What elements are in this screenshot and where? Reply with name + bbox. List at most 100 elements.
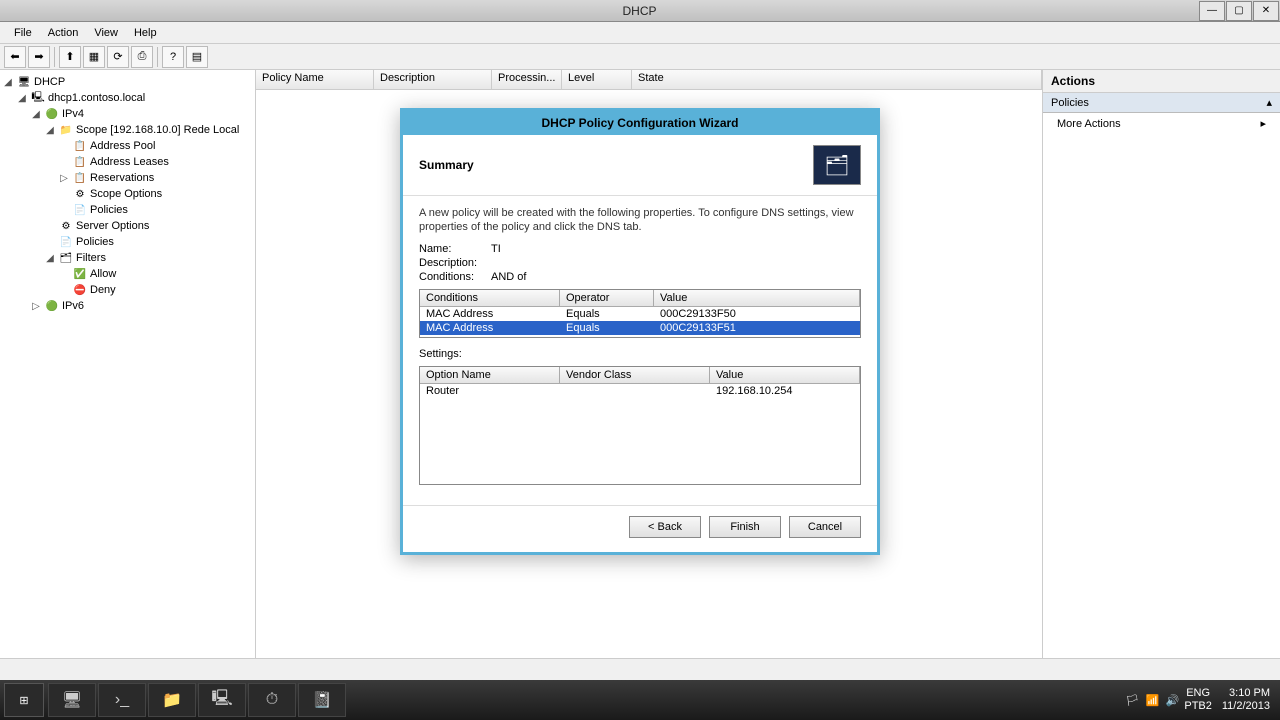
policies-icon: 📄 bbox=[59, 235, 73, 249]
window-titlebar: DHCP — ▢ ✕ bbox=[0, 0, 1280, 22]
export-button[interactable]: ⎙ bbox=[131, 46, 153, 68]
tree-allow[interactable]: ✅Allow bbox=[2, 266, 253, 282]
menu-view[interactable]: View bbox=[86, 25, 126, 41]
label-name: Name: bbox=[419, 243, 491, 255]
toolbar-separator bbox=[54, 47, 55, 67]
condition-row-selected[interactable]: MAC Address Equals 000C29133F51 bbox=[420, 321, 860, 335]
actions-pane: Actions Policies▴ More Actions▸ bbox=[1042, 70, 1280, 658]
policy-wizard-dialog: DHCP Policy Configuration Wizard Summary… bbox=[400, 108, 880, 555]
tree-ipv6[interactable]: ▷🟢IPv6 bbox=[2, 298, 253, 314]
label-conditions: Conditions: bbox=[419, 271, 491, 283]
maximize-button[interactable]: ▢ bbox=[1226, 1, 1252, 21]
tray-network-icon[interactable]: 📶 bbox=[1144, 692, 1160, 708]
back-button[interactable]: ⬅ bbox=[4, 46, 26, 68]
server-icon: 🖥 bbox=[17, 75, 31, 89]
col-description[interactable]: Description bbox=[374, 70, 492, 89]
start-button[interactable]: ⊞ bbox=[4, 683, 44, 717]
taskbar-explorer[interactable]: 📁 bbox=[148, 683, 196, 717]
tray-clock[interactable]: 3:10 PM 11/2/2013 bbox=[1216, 687, 1276, 713]
label-description: Description: bbox=[419, 257, 491, 269]
value-conditions: AND of bbox=[491, 271, 526, 283]
taskbar-app3[interactable]: 📓 bbox=[298, 683, 346, 717]
pool-icon: 📋 bbox=[73, 139, 87, 153]
toolbar-separator bbox=[157, 47, 158, 67]
tray-kbd[interactable]: PTB2 bbox=[1184, 700, 1212, 713]
tree-address-pool[interactable]: 📋Address Pool bbox=[2, 138, 253, 154]
lease-icon: 📋 bbox=[73, 155, 87, 169]
cancel-button[interactable]: Cancel bbox=[789, 516, 861, 538]
tray-flag-icon[interactable]: 🏳 bbox=[1124, 692, 1140, 708]
tree-address-leases[interactable]: 📋Address Leases bbox=[2, 154, 253, 170]
actions-section: Policies▴ bbox=[1043, 93, 1280, 113]
minimize-button[interactable]: — bbox=[1199, 1, 1225, 21]
reservation-icon: 📋 bbox=[73, 171, 87, 185]
deny-icon: ⛔ bbox=[73, 283, 87, 297]
close-button[interactable]: ✕ bbox=[1253, 1, 1279, 21]
status-bar bbox=[0, 658, 1280, 680]
tree-pane[interactable]: ◢🖥DHCP ◢🖳dhcp1.contoso.local ◢🟢IPv4 ◢📁Sc… bbox=[0, 70, 256, 658]
menu-file[interactable]: File bbox=[6, 25, 40, 41]
help-button[interactable]: ? bbox=[162, 46, 184, 68]
tree-scope-options[interactable]: ⚙Scope Options bbox=[2, 186, 253, 202]
col-value[interactable]: Value bbox=[654, 290, 860, 306]
more-actions[interactable]: More Actions▸ bbox=[1043, 113, 1280, 134]
tree-ipv4[interactable]: ◢🟢IPv4 bbox=[2, 106, 253, 122]
taskbar-powershell[interactable]: ›_ bbox=[98, 683, 146, 717]
show-hide-button[interactable]: ▦ bbox=[83, 46, 105, 68]
properties-button[interactable]: ▤ bbox=[186, 46, 208, 68]
tree-filters[interactable]: ◢🗂Filters bbox=[2, 250, 253, 266]
dialog-title: DHCP Policy Configuration Wizard bbox=[403, 111, 877, 135]
toolbar: ⬅ ➡ ⬆ ▦ ⟳ ⎙ ? ▤ bbox=[0, 44, 1280, 70]
menu-help[interactable]: Help bbox=[126, 25, 165, 41]
conditions-grid[interactable]: Conditions Operator Value MAC Address Eq… bbox=[419, 289, 861, 338]
folder-icon: 📁 bbox=[59, 123, 73, 137]
tray-lang[interactable]: ENG bbox=[1184, 687, 1212, 700]
refresh-button[interactable]: ⟳ bbox=[107, 46, 129, 68]
finish-button[interactable]: Finish bbox=[709, 516, 781, 538]
ipv6-icon: 🟢 bbox=[45, 299, 59, 313]
ipv4-icon: 🟢 bbox=[45, 107, 59, 121]
policies-icon: 📄 bbox=[73, 203, 87, 217]
taskbar-app1[interactable]: 🖳 bbox=[198, 683, 246, 717]
menu-bar: File Action View Help bbox=[0, 22, 1280, 44]
col-operator[interactable]: Operator bbox=[560, 290, 654, 306]
col-value[interactable]: Value bbox=[710, 367, 860, 383]
forward-button[interactable]: ➡ bbox=[28, 46, 50, 68]
col-policy-name[interactable]: Policy Name bbox=[256, 70, 374, 89]
tree-root-dhcp[interactable]: ◢🖥DHCP bbox=[2, 74, 253, 90]
col-option-name[interactable]: Option Name bbox=[420, 367, 560, 383]
col-processing[interactable]: Processin... bbox=[492, 70, 562, 89]
dialog-info: A new policy will be created with the fo… bbox=[419, 206, 861, 235]
dialog-subtitle: Summary bbox=[419, 158, 474, 172]
col-vendor-class[interactable]: Vendor Class bbox=[560, 367, 710, 383]
tree-deny[interactable]: ⛔Deny bbox=[2, 282, 253, 298]
tree-scope-policies[interactable]: 📄Policies bbox=[2, 202, 253, 218]
condition-row[interactable]: MAC Address Equals 000C29133F50 bbox=[420, 307, 860, 321]
collapse-icon[interactable]: ▴ bbox=[1266, 96, 1272, 109]
column-headers: Policy Name Description Processin... Lev… bbox=[256, 70, 1042, 90]
taskbar-server-manager[interactable]: 🖥 bbox=[48, 683, 96, 717]
filter-icon: 🗂 bbox=[59, 251, 73, 265]
value-name: TI bbox=[491, 243, 501, 255]
col-conditions[interactable]: Conditions bbox=[420, 290, 560, 306]
tree-policies[interactable]: 📄Policies bbox=[2, 234, 253, 250]
tree-reservations[interactable]: ▷📋Reservations bbox=[2, 170, 253, 186]
up-button[interactable]: ⬆ bbox=[59, 46, 81, 68]
tree-scope[interactable]: ◢📁Scope [192.168.10.0] Rede Local bbox=[2, 122, 253, 138]
options-icon: ⚙ bbox=[73, 187, 87, 201]
menu-action[interactable]: Action bbox=[40, 25, 87, 41]
actions-header: Actions bbox=[1043, 70, 1280, 93]
server-icon: 🖳 bbox=[31, 91, 45, 105]
tray-sound-icon[interactable]: 🔊 bbox=[1164, 692, 1180, 708]
allow-icon: ✅ bbox=[73, 267, 87, 281]
back-button[interactable]: < Back bbox=[629, 516, 701, 538]
taskbar-app2[interactable]: ⏱ bbox=[248, 683, 296, 717]
wizard-icon: 🗂 bbox=[813, 145, 861, 185]
window-title: DHCP bbox=[80, 4, 1199, 18]
tree-server-options[interactable]: ⚙Server Options bbox=[2, 218, 253, 234]
tree-server[interactable]: ◢🖳dhcp1.contoso.local bbox=[2, 90, 253, 106]
settings-grid[interactable]: Option Name Vendor Class Value Router 19… bbox=[419, 366, 861, 485]
col-level[interactable]: Level bbox=[562, 70, 632, 89]
settings-row[interactable]: Router 192.168.10.254 bbox=[420, 384, 860, 398]
col-state[interactable]: State bbox=[632, 70, 1042, 89]
